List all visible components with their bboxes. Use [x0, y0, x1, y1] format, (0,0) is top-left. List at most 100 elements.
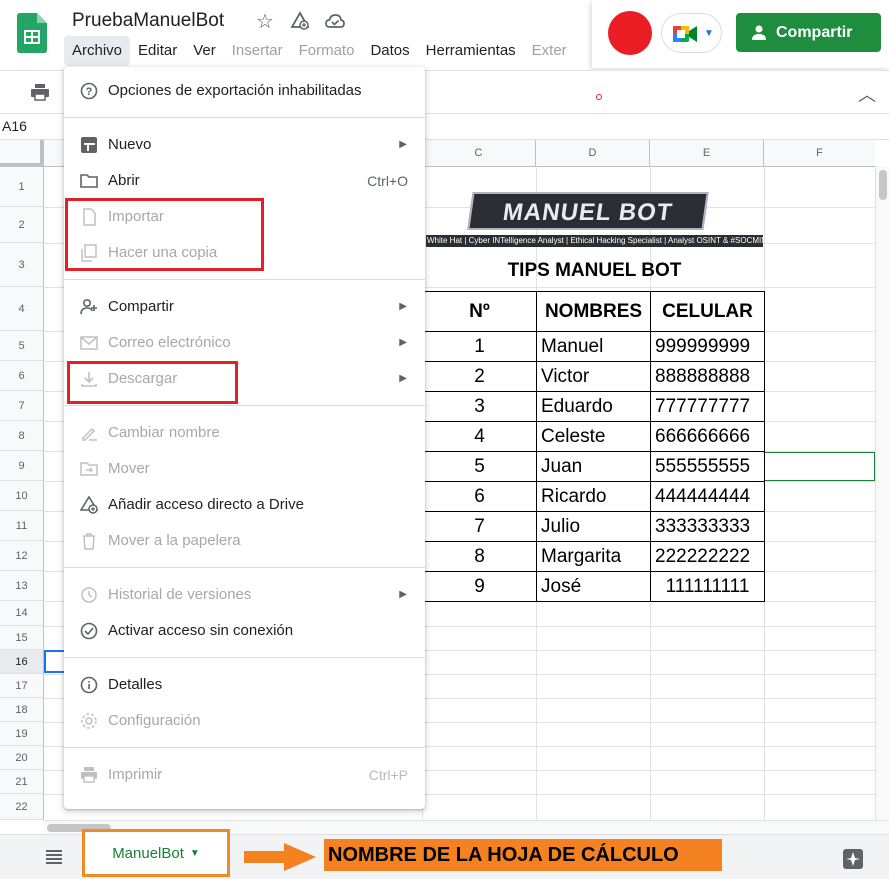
menu-editar[interactable]: Editar — [130, 36, 185, 66]
row-header[interactable]: 8 — [0, 421, 44, 451]
row-header[interactable]: 19 — [0, 722, 44, 746]
document-title[interactable]: PruebaManuelBot — [72, 10, 224, 32]
column-header-c[interactable]: C — [422, 140, 536, 167]
cell-celular[interactable]: 999999999 — [650, 331, 765, 362]
row-header[interactable]: 5 — [0, 331, 44, 361]
row-header[interactable]: 20 — [0, 746, 44, 770]
chevron-up-icon[interactable]: ︿ — [858, 81, 876, 107]
menu-herramientas[interactable]: Herramientas — [418, 36, 524, 66]
cell-numero[interactable]: 2 — [422, 361, 537, 392]
cell-nombre[interactable]: José — [536, 571, 651, 602]
cell-nombre[interactable]: Ricardo — [536, 481, 651, 512]
menu-item-mover[interactable]: Mover — [64, 451, 425, 487]
sheet-title[interactable]: TIPS MANUEL BOT — [426, 260, 763, 282]
menu-datos[interactable]: Datos — [362, 36, 417, 66]
scrollbar-thumb[interactable] — [879, 170, 887, 200]
row-header[interactable]: 22 — [0, 794, 44, 820]
menu-extensiones[interactable]: Exter — [524, 36, 575, 66]
row-header[interactable]: 7 — [0, 391, 44, 421]
cell-celular[interactable]: 444444444 — [650, 481, 765, 512]
cell-nombre[interactable]: Celeste — [536, 421, 651, 452]
menu-item-detalles[interactable]: Detalles — [64, 667, 425, 703]
menu-item-configuracion[interactable]: Configuración — [64, 703, 425, 739]
row-header[interactable]: 14 — [0, 601, 44, 626]
row-header[interactable]: 6 — [0, 361, 44, 391]
sheet-tab[interactable]: ManuelBot ▼ — [82, 829, 230, 877]
cell-nombre[interactable]: Manuel — [536, 331, 651, 362]
row-header[interactable]: 18 — [0, 698, 44, 722]
row-header[interactable]: 21 — [0, 770, 44, 794]
menu-formato[interactable]: Formato — [291, 36, 363, 66]
menu-item-imprimir[interactable]: Imprimir Ctrl+P — [64, 757, 425, 793]
cell-nombre[interactable]: Juan — [536, 451, 651, 482]
menu-item-papelera[interactable]: Mover a la papelera — [64, 523, 425, 559]
menu-item-correo[interactable]: Correo electrónico ▶ — [64, 325, 425, 361]
menu-item-historial[interactable]: Historial de versiones ▶ — [64, 577, 425, 613]
cell-nombre[interactable]: Margarita — [536, 541, 651, 572]
column-header-f[interactable]: F — [764, 140, 875, 167]
highlight-box-import-copy — [65, 198, 264, 271]
meet-button[interactable]: ▼ — [661, 13, 722, 53]
explore-icon[interactable] — [843, 849, 863, 869]
row-header[interactable]: 13 — [0, 571, 44, 601]
header-numero[interactable]: Nº — [422, 291, 537, 332]
row-header[interactable]: 9 — [0, 451, 44, 481]
menu-item-export-disabled[interactable]: ? Opciones de exportación inhabilitadas — [64, 73, 425, 109]
cell-nombre[interactable]: Julio — [536, 511, 651, 542]
cell-celular[interactable]: 222222222 — [650, 541, 765, 572]
cell-numero[interactable]: 8 — [422, 541, 537, 572]
cell-celular[interactable]: 111111111 — [650, 571, 765, 602]
cell-nombre[interactable]: Victor — [536, 361, 651, 392]
cell-numero[interactable]: 3 — [422, 391, 537, 422]
name-box[interactable]: A16 — [2, 118, 27, 134]
header-nombres[interactable]: NOMBRES — [536, 291, 651, 332]
row-header[interactable]: 2 — [0, 207, 44, 243]
column-header-d[interactable]: D — [536, 140, 650, 167]
menu-archivo[interactable]: Archivo — [64, 36, 131, 66]
menu-insertar[interactable]: Insertar — [224, 36, 291, 66]
row-header[interactable]: 1 — [0, 167, 44, 207]
cell-celular[interactable]: 333333333 — [650, 511, 765, 542]
cloud-saved-icon[interactable] — [325, 13, 345, 29]
cell-selection-outline[interactable] — [764, 452, 875, 481]
cell-celular[interactable]: 888888888 — [650, 361, 765, 392]
menu-item-abrir[interactable]: Abrir Ctrl+O — [64, 163, 425, 199]
cell-nombre[interactable]: Eduardo — [536, 391, 651, 422]
chevron-down-icon[interactable]: ▼ — [190, 848, 200, 859]
cell-celular[interactable]: 666666666 — [650, 421, 765, 452]
cell-celular[interactable]: 555555555 — [650, 451, 765, 482]
star-icon[interactable]: ☆ — [256, 9, 274, 34]
row-header[interactable]: 4 — [0, 287, 44, 331]
row-header[interactable]: 3 — [0, 243, 44, 287]
vertical-scrollbar[interactable] — [875, 166, 889, 820]
menu-item-sin-conexion[interactable]: Activar acceso sin conexión — [64, 613, 425, 649]
print-icon[interactable] — [30, 83, 50, 101]
active-cell-a16[interactable] — [44, 650, 66, 673]
cell-numero[interactable]: 5 — [422, 451, 537, 482]
row-header-selected[interactable]: 16 — [0, 650, 44, 674]
row-header[interactable]: 11 — [0, 511, 44, 541]
cell-numero[interactable]: 9 — [422, 571, 537, 602]
all-sheets-menu-icon[interactable] — [46, 850, 62, 864]
sheets-logo-icon[interactable] — [17, 13, 47, 53]
row-header[interactable]: 10 — [0, 481, 44, 511]
cell-numero[interactable]: 7 — [422, 511, 537, 542]
select-all-corner[interactable] — [0, 140, 44, 167]
avatar[interactable] — [608, 11, 652, 55]
move-to-folder-icon[interactable] — [290, 11, 310, 31]
cell-celular[interactable]: 777777777 — [650, 391, 765, 422]
menu-item-nuevo[interactable]: Nuevo ▶ — [64, 127, 425, 163]
row-header[interactable]: 17 — [0, 674, 44, 698]
menu-item-acceso-directo[interactable]: Añadir acceso directo a Drive — [64, 487, 425, 523]
cell-numero[interactable]: 1 — [422, 331, 537, 362]
row-header[interactable]: 12 — [0, 541, 44, 571]
cell-numero[interactable]: 6 — [422, 481, 537, 512]
row-header[interactable]: 15 — [0, 626, 44, 650]
share-button[interactable]: Compartir — [736, 13, 881, 52]
column-header-e[interactable]: E — [650, 140, 764, 167]
menu-item-compartir[interactable]: Compartir ▶ — [64, 289, 425, 325]
header-celular[interactable]: CELULAR — [650, 291, 765, 332]
menu-ver[interactable]: Ver — [185, 36, 224, 66]
menu-item-cambiar-nombre[interactable]: Cambiar nombre — [64, 415, 425, 451]
cell-numero[interactable]: 4 — [422, 421, 537, 452]
